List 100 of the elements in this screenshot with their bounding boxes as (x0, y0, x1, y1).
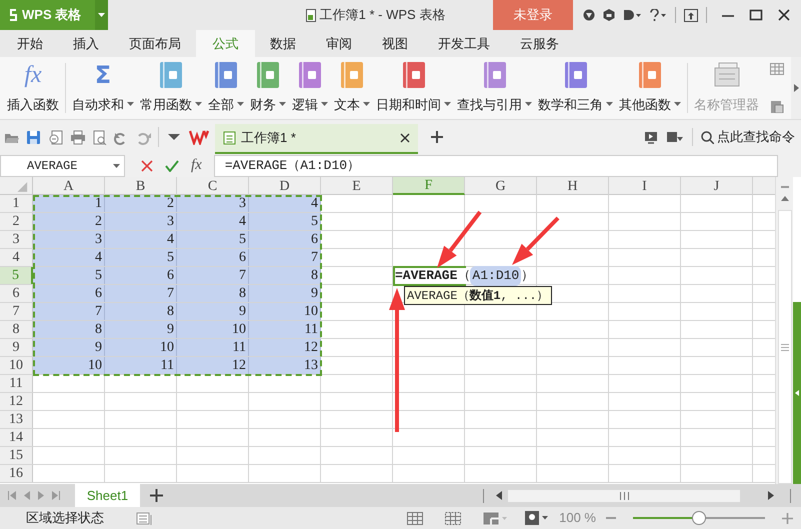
grip-icon (620, 492, 628, 500)
task-pane-toggle[interactable] (793, 302, 801, 484)
expand-left-icon (795, 390, 799, 396)
row-header[interactable]: 9 (0, 339, 33, 356)
print-preview-icon[interactable] (92, 130, 108, 144)
next-sheet-icon[interactable] (38, 491, 44, 500)
paste-icon[interactable] (770, 99, 784, 113)
ribbon-button[interactable]: 全部 (205, 57, 247, 119)
ribbon-button[interactable]: 查找与引用 (454, 57, 535, 119)
scroll-left-icon[interactable] (496, 491, 502, 500)
menu-tab[interactable]: 审阅 (311, 30, 367, 57)
column-header[interactable]: G (465, 177, 537, 195)
sum-icon: Σ (94, 62, 112, 88)
table-cell: 7 (33, 303, 105, 320)
row-header[interactable]: 2 (0, 213, 33, 230)
new-tab-icon[interactable] (430, 130, 444, 144)
ribbon-button[interactable]: Σ 自动求和 (69, 57, 137, 119)
menu-tab[interactable]: 公式 (196, 30, 255, 57)
command-search-button[interactable]: 点此查找命令 (701, 127, 795, 147)
last-sheet-icon[interactable] (52, 491, 60, 500)
close-icon[interactable] (400, 133, 410, 143)
slideshow-icon[interactable] (644, 130, 658, 144)
zoom-slider-thumb[interactable] (692, 511, 706, 525)
row-header[interactable]: 1 (0, 195, 33, 212)
row-header[interactable]: 4 (0, 249, 33, 266)
row-header[interactable]: 8 (0, 321, 33, 338)
page-break-view-icon[interactable] (445, 512, 462, 524)
insert-function-button[interactable]: fx (191, 154, 202, 177)
function-icon: fx (24, 62, 42, 88)
row-header[interactable]: 14 (0, 429, 33, 446)
formula-input[interactable]: =AVERAGE（A1:D10） (214, 154, 778, 176)
ribbon-button[interactable]: 其他函数 (616, 57, 684, 119)
scroll-right-icon[interactable] (794, 84, 798, 92)
menu-tab[interactable]: 数据 (255, 30, 311, 57)
name-box[interactable]: AVERAGE (0, 154, 125, 176)
table-cell: 10 (105, 339, 177, 356)
record-macro-icon[interactable] (136, 512, 152, 524)
menu-tab[interactable]: 视图 (367, 30, 423, 57)
close-icon[interactable] (777, 9, 791, 21)
previous-sheet-icon[interactable] (24, 491, 30, 500)
row-header[interactable]: 3 (0, 231, 33, 248)
menu-tab[interactable]: 开始 (2, 30, 58, 57)
caret-icon (606, 102, 613, 106)
ribbon-button[interactable]: fx 插入函数 (4, 57, 62, 119)
cancel-icon[interactable] (141, 160, 153, 172)
save-icon[interactable] (26, 130, 42, 144)
table-cell: 13 (249, 357, 321, 374)
table-cell: 3 (33, 231, 105, 248)
table-icon[interactable] (770, 63, 784, 75)
ribbon-button[interactable]: 数学和三角 (535, 57, 616, 119)
export-document-icon[interactable] (48, 130, 64, 144)
row-header[interactable]: 15 (0, 447, 33, 464)
normal-view-icon[interactable] (407, 512, 424, 524)
layout-view-icon[interactable] (483, 512, 508, 524)
column-header[interactable]: I (609, 177, 681, 195)
zoom-in-icon[interactable] (782, 512, 793, 524)
ribbon-button[interactable]: 逻辑 (289, 57, 331, 119)
wps-logo-icon[interactable] (189, 129, 209, 145)
printer-icon[interactable] (70, 130, 86, 144)
dropdown-view-icon[interactable] (666, 130, 684, 144)
table-cell: 10 (177, 321, 249, 338)
column-header[interactable]: J (681, 177, 753, 195)
menu-tab[interactable]: 开发工具 (423, 30, 505, 57)
table-cell: 6 (249, 231, 321, 248)
caret-icon (525, 102, 532, 106)
row-header[interactable]: 6 (0, 285, 33, 302)
row-header[interactable]: 10 (0, 357, 33, 374)
table-cell: 9 (105, 321, 177, 338)
ribbon-button[interactable]: 常用函数 (137, 57, 205, 119)
ribbon-button[interactable]: 财务 (247, 57, 289, 119)
menu-tab[interactable]: 云服务 (505, 30, 574, 57)
collapse-ribbon-icon[interactable] (684, 8, 698, 22)
row-header[interactable]: 11 (0, 375, 33, 392)
zoom-percent: 100 % (559, 509, 596, 528)
menu-tab[interactable]: 页面布局 (114, 30, 196, 57)
table-cell: 2 (33, 213, 105, 230)
split-handle-icon[interactable] (780, 186, 788, 188)
ribbon-button[interactable]: 文本 (331, 57, 373, 119)
app-dropdown-button[interactable] (95, 0, 108, 30)
document-icon (306, 8, 316, 22)
add-sheet-icon[interactable] (150, 489, 163, 502)
menu-tab[interactable]: 插入 (58, 30, 114, 57)
column-header[interactable]: H (537, 177, 609, 195)
customize-dropdown-icon[interactable] (168, 134, 180, 140)
sheet-tab[interactable]: Sheet1 (75, 484, 140, 507)
help-icon[interactable] (649, 9, 667, 21)
table-cell: 7 (249, 249, 321, 266)
vertical-scrollbar-thumb[interactable] (778, 210, 792, 484)
horizontal-scrollbar-thumb[interactable] (508, 490, 740, 502)
first-sheet-icon[interactable] (8, 491, 16, 500)
scroll-up-icon[interactable] (780, 196, 788, 201)
row-header[interactable]: 7 (0, 303, 33, 320)
ribbon-button[interactable]: 日期和时间 (373, 57, 454, 119)
document-tab[interactable]: 工作簿1 * (215, 124, 418, 154)
maximize-icon[interactable] (749, 9, 763, 21)
row-header[interactable]: 16 (0, 465, 33, 482)
row-header[interactable]: 12 (0, 393, 33, 410)
row-header[interactable]: 13 (0, 411, 33, 428)
scroll-right-icon[interactable] (768, 491, 774, 500)
confirm-icon[interactable] (165, 160, 179, 172)
